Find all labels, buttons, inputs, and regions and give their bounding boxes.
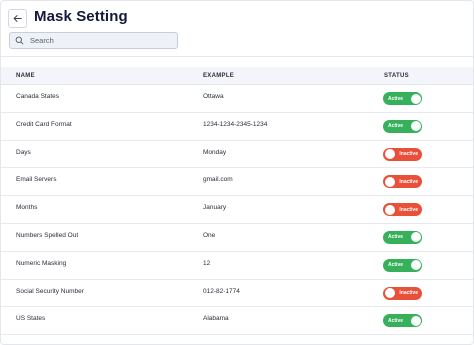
row-example: Monday xyxy=(203,148,227,156)
status-label: Active xyxy=(388,234,404,241)
status-label: Active xyxy=(388,123,404,130)
status-label: Active xyxy=(388,95,404,102)
toggle-knob xyxy=(410,93,421,104)
search-input[interactable] xyxy=(30,36,170,45)
row-example: 12 xyxy=(203,259,211,267)
table-row: Email Servers gmail.com Inactive xyxy=(1,168,473,197)
row-example: Alabama xyxy=(203,315,229,323)
table-row: Months January Inactive xyxy=(1,196,473,224)
row-example: 1234-1234-2345-1234 xyxy=(203,120,268,128)
row-name: US States xyxy=(16,315,46,323)
row-name: Days xyxy=(16,148,31,156)
status-toggle[interactable]: Inactive xyxy=(383,203,422,217)
column-header-name: NAME xyxy=(16,73,35,79)
status-toggle[interactable]: Active xyxy=(383,230,422,244)
status-label: Inactive xyxy=(399,178,418,185)
toggle-knob xyxy=(384,288,395,299)
row-name: Numbers Spelled Out xyxy=(16,231,79,239)
table-row: Days Monday Inactive xyxy=(1,141,473,169)
table-row: Social Security Number 012-82-1774 Inactiv… xyxy=(1,280,473,308)
row-name: Credit Card Format xyxy=(16,120,72,128)
table-body: Canada States Ottawa Active Credit Card For… xyxy=(1,85,473,336)
header-divider xyxy=(1,56,473,57)
status-label: Inactive xyxy=(399,151,418,158)
column-header-example: EXAMPLE xyxy=(203,73,235,79)
status-toggle[interactable]: Inactive xyxy=(383,286,422,300)
row-name: Months xyxy=(16,204,38,212)
status-toggle[interactable]: Active xyxy=(383,119,422,133)
table-row: US States Alabama Active xyxy=(1,307,473,336)
page-title: Mask Setting xyxy=(34,8,128,25)
toggle-knob xyxy=(410,315,421,326)
status-label: Inactive xyxy=(399,206,418,213)
search-box[interactable] xyxy=(9,32,178,49)
status-label: Inactive xyxy=(399,290,418,297)
row-name: Email Servers xyxy=(16,176,57,184)
row-name: Social Security Number xyxy=(16,287,84,295)
table-row: Numeric Masking 12 Active xyxy=(1,252,473,280)
toggle-knob xyxy=(384,149,395,160)
row-name: Canada States xyxy=(16,93,60,100)
toggle-knob xyxy=(410,232,421,243)
toggle-knob xyxy=(384,176,395,187)
back-button[interactable] xyxy=(8,9,27,28)
column-header-status: STATUS xyxy=(384,73,409,79)
mask-setting-panel: Mask Setting NAME EXAMPLE STATUS Canada … xyxy=(0,0,474,345)
search-icon xyxy=(15,36,25,46)
status-toggle[interactable]: Active xyxy=(383,258,422,272)
status-label: Active xyxy=(388,262,404,269)
row-name: Numeric Masking xyxy=(16,259,67,267)
row-example: January xyxy=(203,204,227,212)
page-header: Mask Setting xyxy=(1,1,473,57)
status-toggle[interactable]: Active xyxy=(383,92,422,105)
toggle-knob xyxy=(384,204,395,215)
row-example: gmail.com xyxy=(203,176,233,184)
arrow-left-icon xyxy=(12,13,23,24)
row-example: 012-82-1774 xyxy=(203,287,240,295)
toggle-knob xyxy=(410,121,421,132)
status-toggle[interactable]: Active xyxy=(383,314,422,328)
table-row: Credit Card Format 1234-1234-2345-1234 Act… xyxy=(1,113,473,141)
row-example: One xyxy=(203,231,216,239)
table-row: Canada States Ottawa Active xyxy=(1,85,473,113)
table-header: NAME EXAMPLE STATUS xyxy=(1,67,473,85)
row-example: Ottawa xyxy=(203,93,224,100)
status-toggle[interactable]: Inactive xyxy=(383,175,422,189)
table-row: Numbers Spelled Out One Active xyxy=(1,224,473,252)
status-label: Active xyxy=(388,317,404,324)
toggle-knob xyxy=(410,260,421,271)
status-toggle[interactable]: Inactive xyxy=(383,147,422,161)
